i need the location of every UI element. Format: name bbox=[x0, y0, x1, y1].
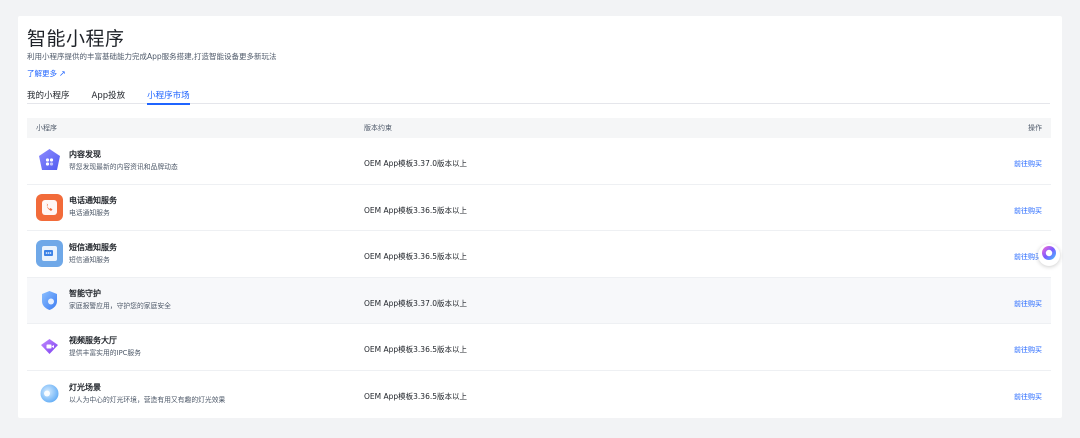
content-discovery-icon bbox=[36, 147, 63, 174]
miniprogram-table: 小程序 版本约束 操作 内容发现 帮您发现最新的内容资讯和品牌动态 OEM Ap… bbox=[27, 118, 1051, 417]
app-description: 电话通知服务 bbox=[69, 209, 110, 218]
learn-more-link[interactable]: 了解更多 ↗ bbox=[27, 68, 66, 79]
shield-icon bbox=[36, 287, 63, 314]
tab-bar: 我的小程序 App投放 小程序市场 bbox=[27, 86, 1050, 105]
column-header-action: 操作 bbox=[1028, 124, 1042, 132]
tab-my-miniprograms[interactable]: 我的小程序 bbox=[27, 86, 70, 104]
version-constraint: OEM App模板3.36.5版本以上 bbox=[364, 392, 468, 402]
buy-link[interactable]: 前往购买 bbox=[1014, 300, 1042, 308]
app-name: 灯光场景 bbox=[69, 382, 101, 392]
app-name: 电话通知服务 bbox=[69, 196, 117, 206]
app-description: 以人为中心的灯光环境，营造有用又有趣的灯光效果 bbox=[69, 395, 226, 404]
table-row: 视频服务大厅 提供丰富实用的IPC服务 OEM App模板3.36.5版本以上 … bbox=[27, 324, 1051, 371]
main-card: 智能小程序 利用小程序提供的丰富基础能力完成App服务搭建,打造智能设备更多新玩… bbox=[18, 16, 1062, 418]
buy-link[interactable]: 前往购买 bbox=[1014, 393, 1042, 401]
app-name: 短信通知服务 bbox=[69, 242, 117, 252]
column-header-version: 版本约束 bbox=[364, 124, 392, 132]
app-description: 帮您发现最新的内容资讯和品牌动态 bbox=[69, 162, 178, 171]
app-description: 家庭报警应用，守护您的家庭安全 bbox=[69, 302, 171, 311]
table-row: 电话通知服务 电话通知服务 OEM App模板3.36.5版本以上 前往购买 bbox=[27, 185, 1051, 231]
app-description: 短信通知服务 bbox=[69, 255, 110, 264]
app-name: 智能守护 bbox=[69, 289, 101, 299]
app-name: 内容发现 bbox=[69, 149, 101, 159]
video-service-icon bbox=[36, 333, 63, 360]
app-description: 提供丰富实用的IPC服务 bbox=[69, 348, 142, 357]
learn-more-label: 了解更多 bbox=[27, 69, 57, 78]
column-header-name: 小程序 bbox=[36, 124, 57, 132]
buy-link[interactable]: 前往购买 bbox=[1014, 346, 1042, 354]
version-constraint: OEM App模板3.36.5版本以上 bbox=[364, 252, 468, 262]
table-header: 小程序 版本约束 操作 bbox=[27, 118, 1051, 138]
table-row: 灯光场景 以人为中心的灯光环境，营造有用又有趣的灯光效果 OEM App模板3.… bbox=[27, 371, 1051, 418]
page-subtitle: 利用小程序提供的丰富基础能力完成App服务搭建,打造智能设备更多新玩法 bbox=[27, 52, 277, 61]
tab-app-distribution[interactable]: App投放 bbox=[92, 86, 126, 104]
buy-link[interactable]: 前往购买 bbox=[1014, 160, 1042, 168]
version-constraint: OEM App模板3.37.0版本以上 bbox=[364, 298, 468, 308]
phone-notification-icon bbox=[36, 193, 63, 221]
page-title: 智能小程序 bbox=[27, 28, 125, 50]
external-link-icon: ↗ bbox=[59, 68, 66, 78]
sms-notification-icon bbox=[36, 240, 63, 268]
version-constraint: OEM App模板3.37.0版本以上 bbox=[364, 159, 468, 169]
light-scene-icon bbox=[36, 380, 63, 407]
assistant-icon bbox=[1041, 245, 1057, 265]
buy-link[interactable]: 前往购买 bbox=[1014, 207, 1042, 215]
table-row: 短信通知服务 短信通知服务 OEM App模板3.36.5版本以上 前往购买 bbox=[27, 231, 1051, 278]
version-constraint: OEM App模板3.36.5版本以上 bbox=[364, 205, 468, 215]
version-constraint: OEM App模板3.36.5版本以上 bbox=[364, 345, 468, 355]
table-row: 内容发现 帮您发现最新的内容资讯和品牌动态 OEM App模板3.37.0版本以… bbox=[27, 138, 1051, 185]
table-row: 智能守护 家庭报警应用，守护您的家庭安全 OEM App模板3.37.0版本以上… bbox=[27, 277, 1051, 324]
app-name: 视频服务大厅 bbox=[69, 335, 117, 345]
floating-assistant-button[interactable] bbox=[1038, 244, 1060, 266]
tab-miniprogram-market[interactable]: 小程序市场 bbox=[147, 86, 190, 105]
